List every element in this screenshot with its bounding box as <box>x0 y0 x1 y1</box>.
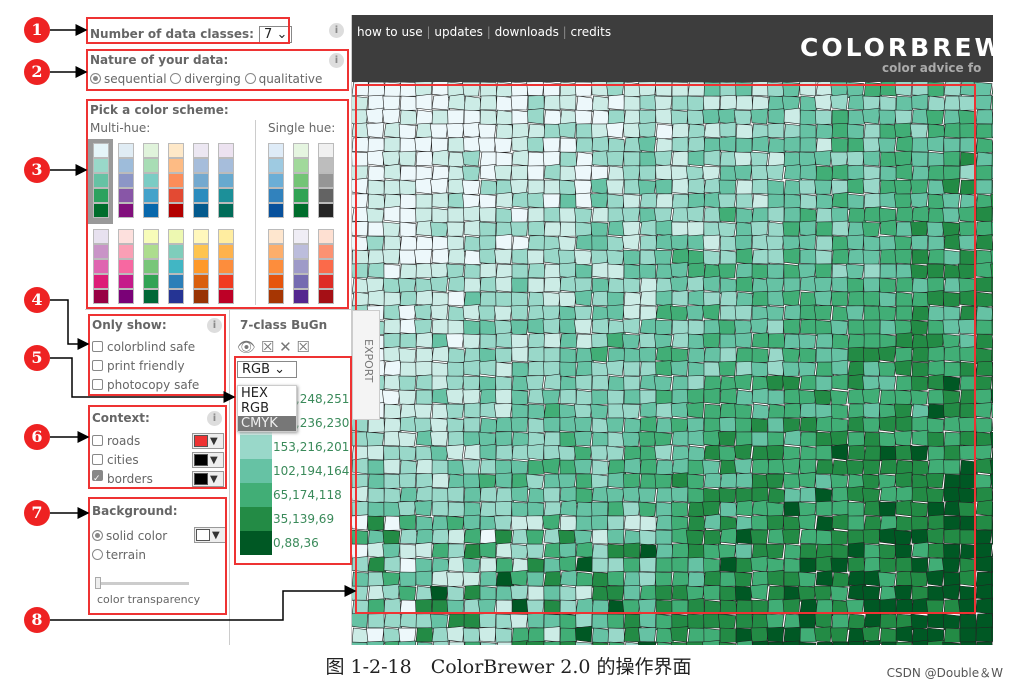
export-tab[interactable]: EXPORT <box>352 310 380 420</box>
annotation-number: 8 <box>24 607 50 633</box>
option-hex[interactable]: HEX <box>238 386 296 401</box>
annotation-arrows <box>50 24 357 621</box>
option-cmyk[interactable]: CMYK <box>238 416 296 431</box>
annotation-number: 4 <box>24 287 50 313</box>
annotation-number: 6 <box>24 424 50 450</box>
option-rgb[interactable]: RGB <box>238 401 296 416</box>
annotation-number: 3 <box>24 157 50 183</box>
annotation-number: 5 <box>24 345 50 371</box>
annotation-number: 2 <box>24 59 50 85</box>
format-dropdown: HEX RGB CMYK <box>237 385 297 432</box>
annotation-number: 1 <box>24 17 50 43</box>
annotation-number: 7 <box>24 500 50 526</box>
watermark: CSDN @Double＆W <box>886 666 1003 680</box>
figure-caption: 图 1-2-18 ColorBrewer 2.0 的操作界面 <box>325 656 692 678</box>
